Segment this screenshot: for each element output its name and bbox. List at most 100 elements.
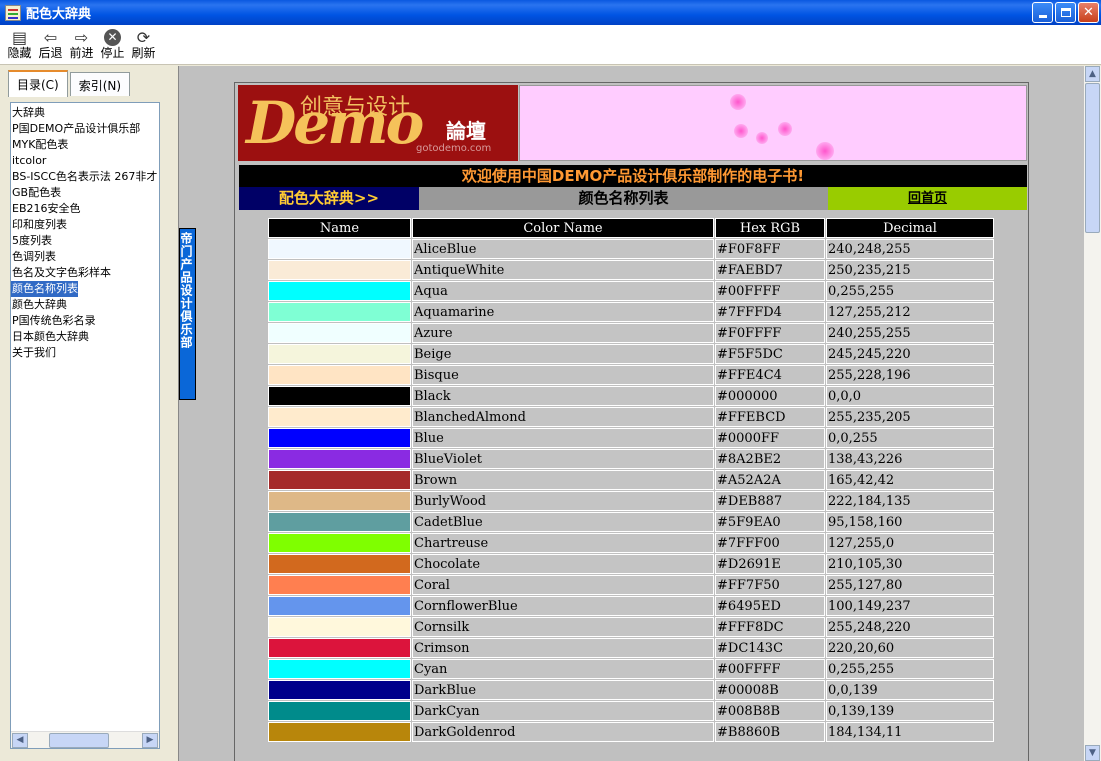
color-name-cell: Blue: [412, 428, 714, 448]
title-bar[interactable]: 配色大辞典 ✕: [0, 0, 1101, 25]
tree-item[interactable]: EB216安全色: [11, 201, 159, 217]
table-row: Coral #FF7F50 255,127,80: [268, 575, 994, 595]
color-name-cell: Black: [412, 386, 714, 406]
table-row: DarkGoldenrod #B8860B 184,134,11: [268, 722, 994, 742]
color-swatch: [268, 638, 411, 658]
banner-subtitle: 論壇: [446, 119, 486, 143]
decimal-cell: 220,20,60: [826, 638, 994, 658]
decimal-cell: 0,0,255: [826, 428, 994, 448]
color-name-cell: BurlyWood: [412, 491, 714, 511]
color-name-cell: CornflowerBlue: [412, 596, 714, 616]
home-link[interactable]: 回首页: [828, 187, 1027, 210]
navigation-pane: 目录(C) 索引(N) 大辞典 P国DEMO产品设计俱乐部 MYK配色表 itcolo…: [0, 66, 172, 761]
maximize-button[interactable]: [1055, 2, 1076, 23]
close-button[interactable]: ✕: [1078, 2, 1099, 23]
color-swatch: [268, 722, 411, 742]
tree-item[interactable]: 大辞典: [11, 105, 159, 121]
minimize-button[interactable]: [1032, 2, 1053, 23]
welcome-banner: 欢迎使用中国DEMO产品设计俱乐部制作的电子书!: [239, 165, 1027, 187]
color-swatch: [268, 491, 411, 511]
color-swatch: [268, 407, 411, 427]
table-row: Chocolate #D2691E 210,105,30: [268, 554, 994, 574]
decimal-cell: 255,248,220: [826, 617, 994, 637]
tree-item[interactable]: GB配色表: [11, 185, 159, 201]
scroll-up-icon[interactable]: ▲: [1085, 66, 1100, 82]
scroll-left-icon[interactable]: ◀: [12, 733, 28, 748]
side-label[interactable]: 帝门产品设计俱乐部: [179, 228, 196, 400]
window-controls: ✕: [1032, 2, 1099, 23]
table-row: Aqua #00FFFF 0,255,255: [268, 281, 994, 301]
scroll-thumb[interactable]: [1085, 83, 1100, 233]
horizontal-scrollbar[interactable]: ◀ ▶: [11, 731, 159, 748]
tree-item[interactable]: 日本颜色大辞典: [11, 329, 159, 345]
hide-button[interactable]: ▤ 隐藏: [4, 25, 35, 63]
close-icon: ✕: [1083, 5, 1094, 20]
tree-item[interactable]: 颜色大辞典: [11, 297, 159, 313]
color-name-cell: DarkGoldenrod: [412, 722, 714, 742]
table-row: BlanchedAlmond #FFEBCD 255,235,205: [268, 407, 994, 427]
stop-button[interactable]: ✕ 停止: [97, 25, 128, 63]
sparkle-icon: [734, 124, 748, 138]
back-arrow-icon: ⇦: [43, 27, 58, 47]
hex-cell: #00008B: [715, 680, 825, 700]
tree-item[interactable]: BS-ISCC色名表示法 267非才: [11, 169, 159, 185]
dictionary-link[interactable]: 配色大辞典>>: [239, 187, 419, 210]
table-row: Cornsilk #FFF8DC 255,248,220: [268, 617, 994, 637]
color-swatch: [268, 512, 411, 532]
header-decimal: Decimal: [826, 218, 994, 238]
decimal-cell: 240,255,255: [826, 323, 994, 343]
sparkle-icon: [816, 142, 834, 160]
scroll-right-icon[interactable]: ▶: [142, 733, 158, 748]
table-row: CornflowerBlue #6495ED 100,149,237: [268, 596, 994, 616]
color-name-cell: Brown: [412, 470, 714, 490]
contents-tree[interactable]: 大辞典 P国DEMO产品设计俱乐部 MYK配色表 itcolor BS-ISCC色名表示…: [10, 102, 160, 749]
tree-item[interactable]: itcolor: [11, 153, 159, 169]
hex-cell: #B8860B: [715, 722, 825, 742]
table-row: Chartreuse #7FFF00 127,255,0: [268, 533, 994, 553]
color-name-cell: Cyan: [412, 659, 714, 679]
color-swatch: [268, 428, 411, 448]
color-name-cell: Chocolate: [412, 554, 714, 574]
color-name-cell: AliceBlue: [412, 239, 714, 259]
tab-contents[interactable]: 目录(C): [8, 70, 68, 97]
color-swatch: [268, 302, 411, 322]
toolbar: ▤ 隐藏 ⇦ 后退 ⇨ 前进 ✕ 停止 ⟳ 刷新: [0, 25, 1101, 65]
color-name-cell: Aqua: [412, 281, 714, 301]
forward-label: 前进: [69, 46, 94, 60]
tree-item[interactable]: 色调列表: [11, 249, 159, 265]
tree-item[interactable]: 颜色名称列表: [11, 281, 78, 297]
refresh-button[interactable]: ⟳ 刷新: [128, 25, 159, 63]
decimal-cell: 0,0,139: [826, 680, 994, 700]
tree-list: 大辞典 P国DEMO产品设计俱乐部 MYK配色表 itcolor BS-ISCC色名表示…: [11, 103, 159, 361]
vertical-scrollbar[interactable]: ▲ ▼: [1084, 66, 1101, 761]
scroll-thumb[interactable]: [49, 733, 109, 748]
hex-cell: #DEB887: [715, 491, 825, 511]
decimal-cell: 0,139,139: [826, 701, 994, 721]
color-name-cell: DarkBlue: [412, 680, 714, 700]
forward-button[interactable]: ⇨ 前进: [66, 25, 97, 63]
header-name: Name: [268, 218, 411, 238]
back-label: 后退: [38, 46, 63, 60]
refresh-icon: ⟳: [136, 27, 151, 47]
decimal-cell: 245,245,220: [826, 344, 994, 364]
tree-item[interactable]: P国DEMO产品设计俱乐部: [11, 121, 159, 137]
decimal-cell: 165,42,42: [826, 470, 994, 490]
hex-cell: #00FFFF: [715, 281, 825, 301]
tree-item[interactable]: 印和度列表: [11, 217, 159, 233]
nav-tabs: 目录(C) 索引(N): [8, 70, 132, 97]
stop-icon-wrap: ✕: [104, 28, 121, 46]
tree-item[interactable]: 色名及文字色彩样本: [11, 265, 159, 281]
scroll-down-icon[interactable]: ▼: [1085, 745, 1100, 761]
hex-cell: #D2691E: [715, 554, 825, 574]
tree-item[interactable]: 关于我们: [11, 345, 159, 361]
sparkle-icon: [778, 122, 792, 136]
back-button[interactable]: ⇦ 后退: [35, 25, 66, 63]
color-name-cell: Cornsilk: [412, 617, 714, 637]
hex-cell: #008B8B: [715, 701, 825, 721]
tab-index[interactable]: 索引(N): [69, 72, 131, 96]
hex-cell: #FFE4C4: [715, 365, 825, 385]
hex-cell: #6495ED: [715, 596, 825, 616]
tree-item[interactable]: MYK配色表: [11, 137, 159, 153]
tree-item[interactable]: P国传统色彩名录: [11, 313, 159, 329]
tree-item[interactable]: 5度列表: [11, 233, 159, 249]
